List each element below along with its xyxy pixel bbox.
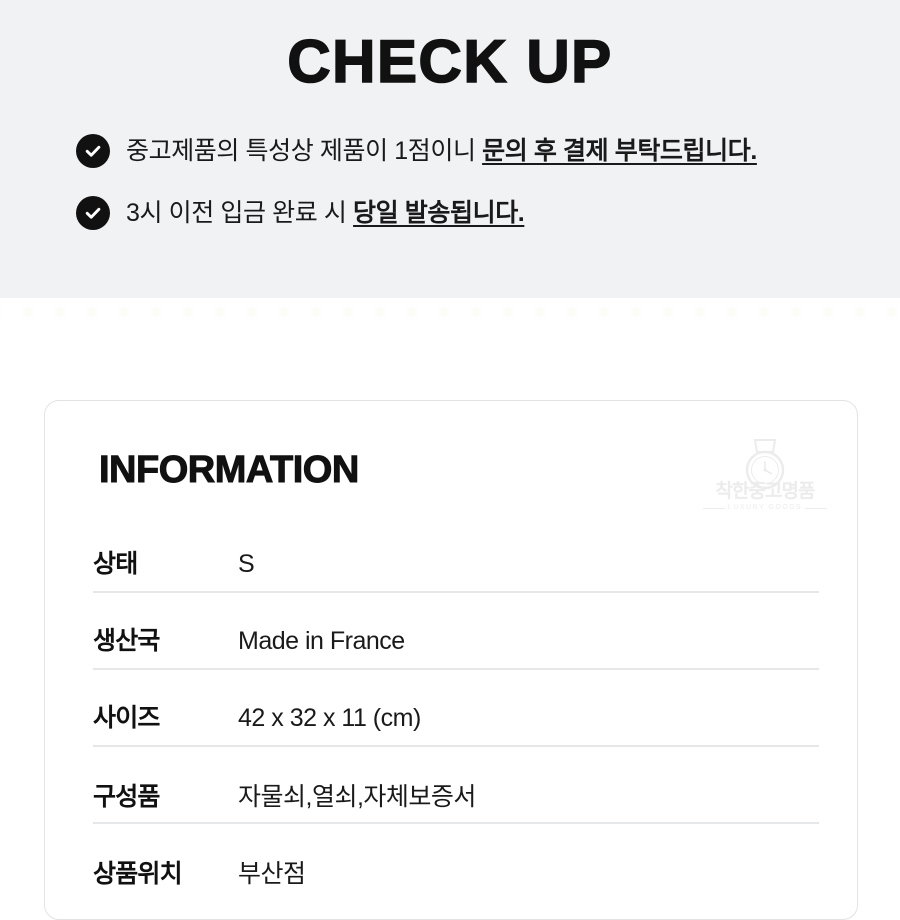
brand-watermark: 착한중고명품 LUXURY GOODS (701, 436, 829, 522)
list-item: 3시 이전 입금 완료 시 당일 발송됩니다. (76, 195, 880, 231)
checkup-item-text-emphasis: 당일 발송됩니다. (353, 199, 525, 227)
checkup-item-text-emphasis: 문의 후 결제 부탁드립니다. (482, 137, 757, 165)
checkup-list: 중고제품의 특성상 제품이 1점이니 문의 후 결제 부탁드립니다. 3시 이전… (76, 133, 880, 257)
table-row: 상태 S (93, 516, 819, 593)
table-row: 사이즈 42 x 32 x 11 (cm) (93, 670, 819, 747)
table-row: 생산국 Made in France (93, 593, 819, 670)
spec-value: Made in France (238, 627, 405, 655)
brand-watermark-name: 착한중고명품 (715, 481, 816, 502)
specification-table: 상태 S 생산국 Made in France 사이즈 42 x 32 x 11… (93, 516, 819, 901)
spec-value: 부산점 (238, 860, 306, 888)
table-row: 상품위치 부산점 (93, 824, 819, 901)
checkup-item-text-plain: 중고제품의 특성상 제품이 1점이니 (126, 137, 483, 165)
page-title: CHECK UP (287, 28, 613, 95)
spec-label: 사이즈 (93, 704, 160, 732)
spec-label: 생산국 (93, 627, 160, 655)
spec-label: 상태 (93, 550, 138, 578)
check-circle-icon (76, 134, 110, 168)
checkup-item-text-plain: 3시 이전 입금 완료 시 (126, 199, 354, 227)
checkup-item-text: 중고제품의 특성상 제품이 1점이니 문의 후 결제 부탁드립니다. (126, 133, 757, 169)
brand-watermark-subtitle: LUXURY GOODS (701, 504, 829, 511)
spec-label: 상품위치 (93, 860, 183, 888)
spec-label: 구성품 (93, 783, 160, 811)
information-heading: INFORMATION (99, 449, 360, 492)
checkup-item-text: 3시 이전 입금 완료 시 당일 발송됩니다. (126, 195, 525, 231)
spec-value: S (238, 550, 255, 578)
table-row: 구성품 자물쇠,열쇠,자체보증서 (93, 747, 819, 824)
information-card: INFORMATION 착한중고명품 LUXURY GOODS 상태 S 생산국… (44, 400, 858, 920)
decorative-pattern-strip (0, 298, 900, 344)
spec-value: 42 x 32 x 11 (cm) (238, 704, 421, 732)
check-circle-icon (76, 196, 110, 230)
spec-value: 자물쇠,열쇠,자체보증서 (238, 783, 476, 811)
list-item: 중고제품의 특성상 제품이 1점이니 문의 후 결제 부탁드립니다. (76, 133, 880, 169)
checkup-panel: CHECK UP 중고제품의 특성상 제품이 1점이니 문의 후 결제 부탁드립… (0, 0, 900, 298)
